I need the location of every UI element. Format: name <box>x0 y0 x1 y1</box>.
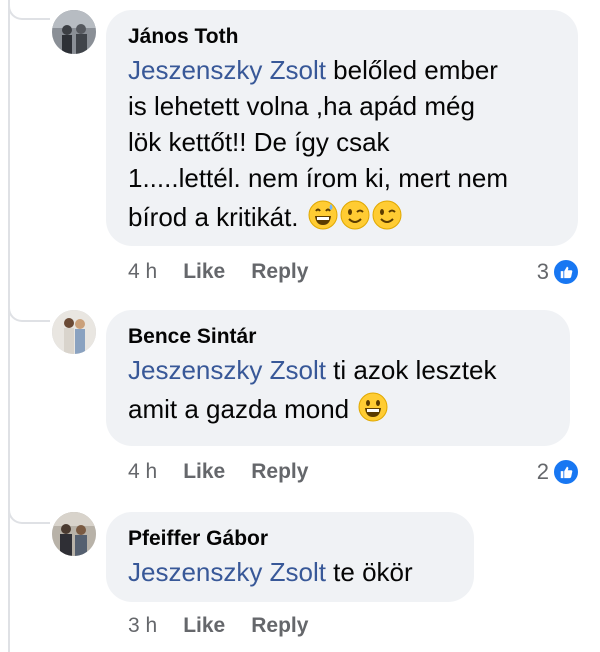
comment-text-line: amit a gazda mond <box>128 394 357 424</box>
comment-bubble: Bence Sintár Jeszenszky Zsolt ti azok le… <box>106 310 570 446</box>
reaction-summary[interactable]: 2 <box>537 458 580 486</box>
like-button[interactable]: Like <box>183 614 225 637</box>
thread-line <box>8 0 10 652</box>
avatar[interactable] <box>52 10 96 54</box>
comment-bubble: János Toth Jeszenszky Zsolt belőled embe… <box>106 10 578 246</box>
mention-link[interactable]: Jeszenszky Zsolt <box>128 355 326 385</box>
comment-author[interactable]: Bence Sintár <box>128 324 548 350</box>
like-button[interactable]: Like <box>183 260 225 283</box>
comment-text: Jeszenszky Zsolt te ökör <box>128 554 452 590</box>
reaction-count: 2 <box>536 459 549 484</box>
avatar-photo <box>52 512 96 556</box>
comment-bubble: Pfeiffer Gábor Jeszenszky Zsolt te ökör <box>106 512 474 602</box>
comment-thread: János Toth Jeszenszky Zsolt belőled embe… <box>0 0 600 652</box>
mention-link[interactable]: Jeszenszky Zsolt <box>128 55 326 85</box>
comment-text-line: belőled ember <box>325 55 498 85</box>
comment-text-line: is lehetett volna ,ha apád még <box>128 91 475 121</box>
like-button[interactable]: Like <box>183 460 225 483</box>
comment-actions: 4 h Like Reply <box>128 258 308 286</box>
thread-branch <box>8 300 50 322</box>
reply-button[interactable]: Reply <box>251 260 308 283</box>
reaction-summary[interactable]: 3 <box>537 258 580 286</box>
grinning-sweat-emoji <box>308 200 338 239</box>
winking-emoji <box>340 200 370 239</box>
comment-timestamp[interactable]: 4 h <box>128 260 157 283</box>
avatar[interactable] <box>52 310 96 354</box>
avatar-photo <box>52 10 96 54</box>
mention-link[interactable]: Jeszenszky Zsolt <box>128 557 326 587</box>
reply-button[interactable]: Reply <box>251 460 308 483</box>
thumbs-up-icon <box>552 258 580 286</box>
comment-text-line: te ökör <box>325 557 413 587</box>
comment-text-line: ti azok lesztek <box>325 355 497 385</box>
avatar[interactable] <box>52 512 96 556</box>
comment-text: Jeszenszky Zsolt ti azok lesztek amit a … <box>128 352 548 431</box>
comment-timestamp[interactable]: 3 h <box>128 614 157 637</box>
comment-text-line: 1.....lettél. nem írom ki, mert nem <box>128 163 508 193</box>
reply-button[interactable]: Reply <box>251 614 308 637</box>
comment-timestamp[interactable]: 4 h <box>128 460 157 483</box>
thumbs-up-icon <box>552 458 580 486</box>
winking-emoji <box>372 200 402 239</box>
avatar-photo <box>52 310 96 354</box>
thread-branch <box>8 502 50 524</box>
comment-actions: 3 h Like Reply <box>128 612 308 640</box>
reaction-count: 3 <box>536 259 549 284</box>
comment-text-line: lök kettőt!! De így csak <box>128 127 390 157</box>
grinning-emoji <box>358 392 388 431</box>
comment-author[interactable]: Pfeiffer Gábor <box>128 526 452 552</box>
comment-actions: 4 h Like Reply <box>128 458 308 486</box>
thread-branch <box>8 0 50 20</box>
comment-text-line: bírod a kritikát. <box>128 202 306 232</box>
comment-author[interactable]: János Toth <box>128 24 556 50</box>
comment-text: Jeszenszky Zsolt belőled ember is lehete… <box>128 52 556 239</box>
